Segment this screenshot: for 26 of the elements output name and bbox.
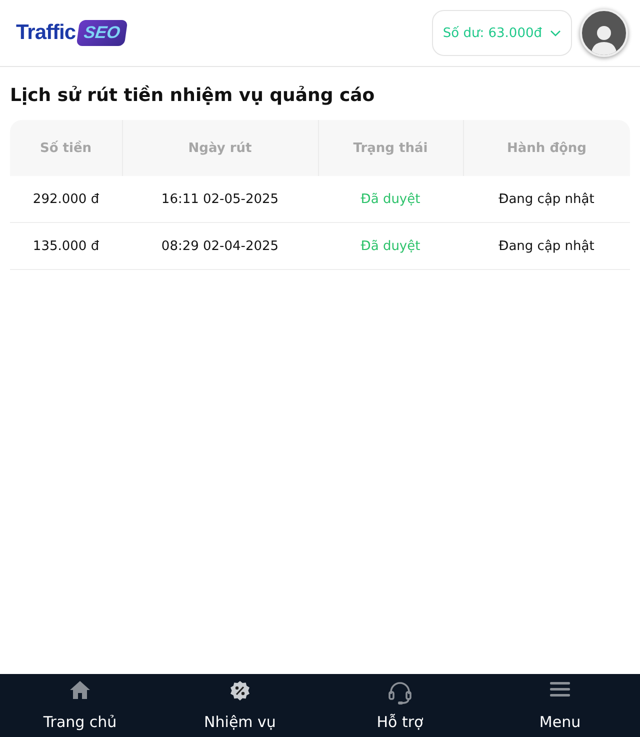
column-header: Số tiền: [10, 120, 122, 176]
logo-text[interactable]: Traffic: [16, 21, 76, 45]
headset-icon: [387, 680, 413, 706]
logo-badge[interactable]: SEO: [76, 20, 128, 46]
home-icon: [69, 680, 91, 700]
column-header: Trạng thái: [318, 120, 463, 176]
nav-tab[interactable]: Trang chủ: [0, 674, 160, 737]
status-cell: Đã duyệt: [318, 222, 463, 270]
user-silhouette-icon: [590, 23, 618, 55]
page-title: Lịch sử rút tiền nhiệm vụ quảng cáo: [10, 85, 376, 106]
table-cell: 135.000 đ: [10, 222, 122, 270]
table-cell: Đang cập nhật: [463, 222, 630, 270]
column-header: Hành động: [463, 120, 630, 176]
table-cell: 292.000 đ: [10, 176, 122, 222]
menu-icon: [549, 680, 571, 698]
percent-badge-icon: [229, 680, 251, 702]
table-cell: 08:29 02-04-2025: [122, 222, 318, 270]
avatar[interactable]: [580, 9, 628, 57]
table-cell: Đang cập nhật: [463, 176, 630, 222]
nav-tab[interactable]: Hỗ trợ: [320, 674, 480, 737]
status-cell: Đã duyệt: [318, 176, 463, 222]
table-cell: 16:11 02-05-2025: [122, 176, 318, 222]
column-header: Ngày rút: [122, 120, 318, 176]
chevron-down-icon: [550, 30, 561, 36]
nav-tab[interactable]: Menu: [480, 674, 640, 737]
nav-tab[interactable]: Nhiệm vụ: [160, 674, 320, 737]
